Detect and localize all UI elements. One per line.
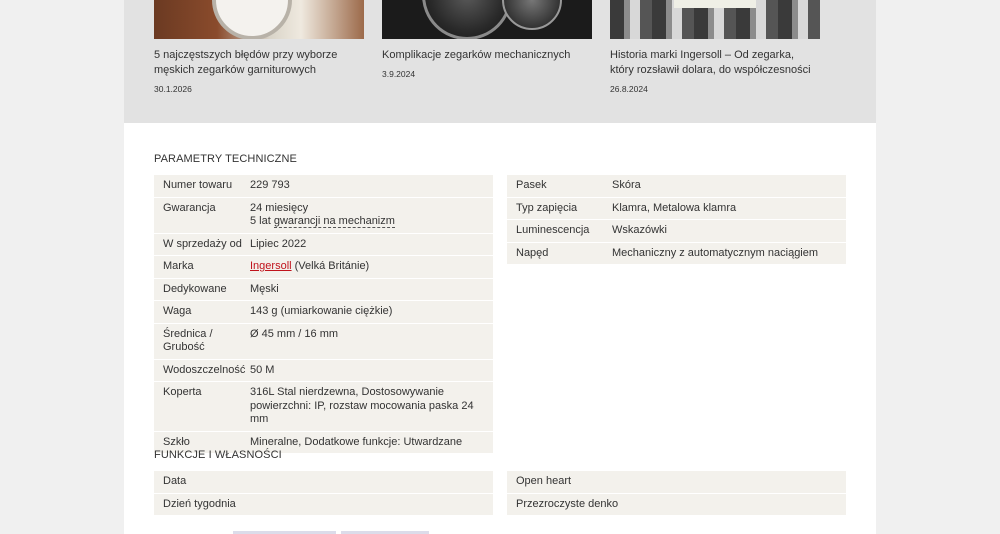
tech-params-table-left: Numer towaru 229 793 Gwarancja 24 miesię… (154, 175, 493, 454)
article-date: 26.8.2024 (610, 84, 648, 94)
spec-label: Marka (163, 260, 194, 272)
warranty-extended: 5 lat gwarancji na mechanizm (250, 215, 487, 229)
feature-label: Open heart (516, 475, 572, 487)
article-date: 30.1.2026 (154, 84, 192, 94)
spec-row: Dedykowane Męski (154, 278, 493, 301)
warranty-prefix: 5 lat (250, 215, 274, 227)
spec-label: Średnica / Grubość (163, 327, 213, 354)
spec-row: Napęd Mechaniczny z automatycznym naciąg… (507, 242, 846, 265)
features-heading: FUNKCJE I WŁASNOŚCI (154, 449, 282, 461)
spec-value: Wskazówki (612, 224, 668, 236)
spec-row: Pasek Skóra (507, 175, 846, 198)
spec-value: Ingersoll (Velká Británie) (250, 260, 493, 274)
spec-label: Szkło (163, 435, 190, 448)
feature-row: Przezroczyste denko (507, 493, 846, 516)
spec-value: 229 793 (250, 179, 290, 191)
spec-value: 143 g (umiarkowanie ciężkie) (250, 305, 393, 317)
spec-label: Luminescencja (516, 224, 590, 236)
feature-label: Data (163, 475, 187, 487)
spec-label: Wodoszczelność (163, 363, 246, 376)
spec-value: Skóra (612, 179, 641, 191)
article-thumbnail[interactable] (610, 0, 820, 39)
spec-label: Napęd (516, 246, 549, 259)
spec-value: 316L Stal nierdzewna, Dostosowywanie pow… (250, 386, 474, 425)
spec-label: Gwarancja (163, 201, 216, 214)
article-title[interactable]: Historia marki Ingersoll – Od zegarka, k… (610, 48, 820, 78)
spec-row: Typ zapięcia Klamra, Metalowa klamra (507, 197, 846, 220)
spec-value: 50 M (250, 363, 275, 376)
features-list-left: Data Dzień tygodnia (154, 471, 493, 516)
feature-row: Data (154, 471, 493, 494)
spec-value: Mechaniczny z automatycznym naciągiem (612, 246, 819, 259)
brand-link[interactable]: Ingersoll (250, 260, 292, 272)
spec-row: Wodoszczelność 50 M (154, 359, 493, 382)
spec-row: Gwarancja 24 miesięcy 5 lat gwarancji na… (154, 197, 493, 234)
spec-label: Typ zapięcia (516, 201, 578, 214)
warranty-months: 24 miesięcy (250, 201, 309, 214)
spec-value: Męski (250, 282, 279, 295)
mechanism-warranty-link[interactable]: gwarancji na mechanizm (273, 215, 395, 228)
feature-label: Przezroczyste denko (516, 497, 619, 510)
product-details-panel: PARAMETRY TECHNICZNE Numer towaru 229 79… (124, 123, 876, 534)
spec-value: Ø 45 mm / 16 mm (250, 327, 339, 340)
spec-row: Średnica / Grubość Ø 45 mm / 16 mm (154, 323, 493, 360)
spec-row: Luminescencja Wskazówki (507, 220, 846, 243)
spec-value: Lipiec 2022 (250, 237, 307, 250)
tech-params-heading: PARAMETRY TECHNICZNE (154, 153, 297, 165)
spec-row: Marka Ingersoll (Velká Británie) (154, 256, 493, 279)
tech-params-table-right: Pasek Skóra Typ zapięcia Klamra, Metalow… (507, 175, 846, 265)
feature-row: Dzień tygodnia (154, 493, 493, 516)
article-card[interactable]: Historia marki Ingersoll – Od zegarka, k… (610, 0, 820, 94)
spec-label: Koperta (163, 386, 202, 398)
spec-label: Dedykowane (163, 282, 227, 295)
spec-label: Waga (163, 305, 192, 317)
spec-value: 24 miesięcy 5 lat gwarancji na mechanizm (250, 202, 493, 229)
article-thumbnail[interactable] (382, 0, 592, 39)
spec-row: Numer towaru 229 793 (154, 175, 493, 198)
spec-value: Klamra, Metalowa klamra (612, 201, 737, 214)
spec-row: Koperta 316L Stal nierdzewna, Dostosowyw… (154, 382, 493, 432)
spec-value: Mineralne, Dodatkowe funkcje: Utwardzane (250, 435, 463, 448)
article-title[interactable]: Komplikacje zegarków mechanicznych (382, 48, 592, 63)
brand-country: (Velká Británie) (291, 260, 370, 272)
feature-row: Open heart (507, 471, 846, 494)
spec-row: Waga 143 g (umiarkowanie ciężkie) (154, 301, 493, 324)
article-thumbnail[interactable] (154, 0, 364, 39)
feature-label: Dzień tygodnia (163, 497, 236, 510)
spec-row: W sprzedaży od Lipiec 2022 (154, 233, 493, 256)
spec-label: Numer towaru (163, 179, 233, 191)
article-title[interactable]: 5 najczęstszych błędów przy wyborze męsk… (154, 48, 364, 78)
spec-label: Pasek (516, 179, 547, 191)
features-list-right: Open heart Przezroczyste denko (507, 471, 846, 516)
article-card[interactable]: Komplikacje zegarków mechanicznych 3.9.2… (382, 0, 592, 79)
article-date: 3.9.2024 (382, 69, 416, 79)
spec-label: W sprzedaży od (163, 237, 242, 250)
article-card[interactable]: 5 najczęstszych błędów przy wyborze męsk… (154, 0, 364, 94)
